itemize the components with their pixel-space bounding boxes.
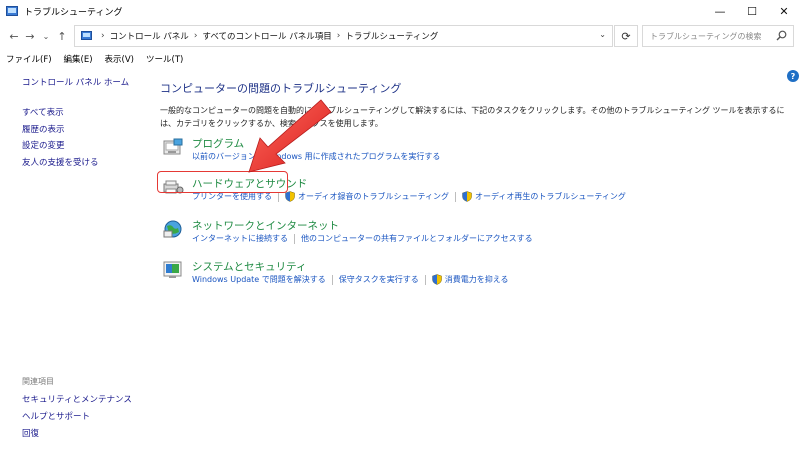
breadcrumb-separator: › [336,31,341,41]
link-access-shared-files[interactable]: 他のコンピューターの共有ファイルとフォルダーにアクセスする [301,233,533,244]
programs-icon[interactable] [162,136,184,158]
link-windows-update-fix[interactable]: Windows Update で問題を解決する [192,274,326,285]
link-divider [331,274,333,285]
recent-chevron-icon[interactable]: ⌄ [38,32,54,41]
refresh-button[interactable]: ⟳ [614,25,638,47]
related-help-support[interactable]: ヘルプとサポート [22,410,152,422]
minimize-button[interactable]: — [704,0,736,22]
network-globe-icon[interactable] [162,218,184,240]
forward-arrow-icon[interactable]: → [22,30,38,43]
sidebar-control-panel-home[interactable]: コントロール パネル ホーム [22,76,152,88]
search-icon[interactable] [776,30,787,41]
page-description: 一般的なコンピューターの問題を自動的にトラブルシューティングして解決するには、下… [160,106,785,128]
link-connect-internet[interactable]: インターネットに接続する [192,233,288,244]
link-run-older-programs[interactable]: 以前のバージョンの Windows 用に作成されたプログラムを実行する [192,151,440,162]
uac-shield-icon [432,274,442,285]
link-divider [454,191,456,202]
related-section: 関連項目 セキュリティとメンテナンス ヘルプとサポート 回復 [22,376,152,444]
system-security-icon[interactable] [162,259,184,281]
uac-shield-icon [462,191,472,202]
link-divider [278,191,279,202]
window-title: トラブルシューティング [24,7,123,18]
address-field[interactable]: › コントロール パネル › すべてのコントロール パネル項目 › トラブルシュ… [74,25,613,47]
link-run-maintenance[interactable]: 保守タスクを実行する [339,274,419,285]
category-system-security-title[interactable]: システムとセキュリティ [192,259,307,274]
back-arrow-icon[interactable]: ← [6,30,22,43]
up-arrow-icon[interactable]: ↑ [54,30,70,43]
link-reduce-power[interactable]: 消費電力を抑える [445,274,509,285]
category-network-title[interactable]: ネットワークとインターネット [192,218,339,233]
maximize-button[interactable]: ☐ [736,0,768,22]
related-recovery[interactable]: 回復 [22,427,152,439]
control-panel-icon [6,6,18,16]
link-audio-playback-troubleshoot[interactable]: オーディオ再生のトラブルシューティング [475,191,626,202]
address-bar: ← → ⌄ ↑ › コントロール パネル › すべてのコントロール パネル項目 … [0,24,800,48]
related-heading: 関連項目 [22,377,54,386]
breadcrumb-all-items[interactable]: すべてのコントロール パネル項目 [202,30,331,42]
link-divider [424,274,426,285]
menu-file[interactable]: ファイル(F) [6,53,52,65]
sidebar-item-get-help-from-friend[interactable]: 友人の支援を受ける [22,156,152,168]
sidebar-item-view-history[interactable]: 履歴の表示 [22,123,152,135]
sidebar-item-change-settings[interactable]: 設定の変更 [22,139,152,151]
breadcrumb-control-panel[interactable]: コントロール パネル [110,30,189,42]
sidebar: コントロール パネル ホーム すべて表示 履歴の表示 設定の変更 友人の支援を受… [22,76,152,172]
breadcrumb-troubleshooting[interactable]: トラブルシューティング [345,30,438,42]
main-content: コンピューターの問題のトラブルシューティング 一般的なコンピューターの問題を自動… [160,80,790,130]
breadcrumb-separator: › [193,31,198,41]
location-icon [81,31,92,40]
menu-bar: ファイル(F) 編集(E) 表示(V) ツール(T) [0,50,800,68]
close-button[interactable]: ✕ [768,0,800,22]
menu-edit[interactable]: 編集(E) [64,53,93,65]
link-divider [294,233,295,244]
menu-tools[interactable]: ツール(T) [146,53,183,65]
search-placeholder: トラブルシューティングの検索 [650,31,762,41]
category-programs-title[interactable]: プログラム [192,136,244,151]
breadcrumb-separator: › [101,31,105,41]
title-bar: トラブルシューティング — ☐ ✕ [0,0,800,22]
sidebar-item-view-all[interactable]: すべて表示 [22,106,152,118]
page-title: コンピューターの問題のトラブルシューティング [160,82,402,95]
search-input[interactable]: トラブルシューティングの検索 [642,25,794,47]
menu-view[interactable]: 表示(V) [105,53,134,65]
address-dropdown-icon[interactable]: ⌄ [599,30,606,39]
highlight-box [157,171,288,193]
link-audio-recording-troubleshoot[interactable]: オーディオ録音のトラブルシューティング [298,191,449,202]
related-security-maintenance[interactable]: セキュリティとメンテナンス [22,393,152,405]
uac-shield-icon [285,191,295,202]
